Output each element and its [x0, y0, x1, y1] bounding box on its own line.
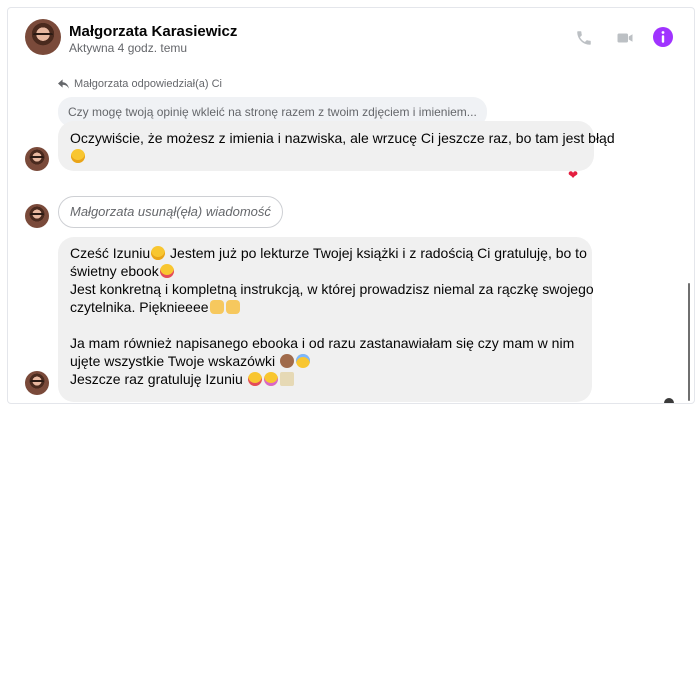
grin-emoji-icon [151, 246, 166, 260]
removed-message-notice: Małgorzata usunął(ęła) wiadomość [58, 196, 283, 228]
message-text: Oczywiście, że możesz z imienia i nazwis… [70, 130, 615, 146]
message-bubble[interactable]: Cześć Izuniu Jestem już po lekturze Twoj… [58, 237, 594, 402]
message-text: Jestem już po lekturze Twojej książki i … [166, 245, 587, 261]
party-popper-emoji-icon [279, 372, 294, 386]
read-receipt-avatar [664, 398, 674, 403]
chat-header: Małgorzata Karasiewicz Aktywna 4 godz. t… [8, 8, 694, 66]
see-no-evil-monkey-emoji-icon [280, 354, 295, 368]
sender-avatar[interactable] [25, 371, 49, 395]
heart-reaction-icon[interactable]: ❤ [568, 168, 578, 182]
laughing-emoji-icon [296, 354, 311, 368]
clap-emoji-icon [209, 300, 224, 314]
message-text: Jeszcze raz gratuluję Izuniu [70, 371, 247, 387]
message-text: Jest konkretną i kompletną instrukcją, w… [70, 281, 594, 297]
message-text: świetny ebook [70, 263, 159, 279]
heart-eyes-emoji-icon [159, 264, 174, 278]
info-icon[interactable] [653, 27, 673, 47]
sender-avatar[interactable] [25, 147, 49, 171]
message-text: czytelnika. Pięknieeee [70, 299, 209, 315]
phone-icon[interactable] [574, 28, 594, 48]
reply-arrow-icon [58, 79, 69, 89]
message-text: ujęte wszystkie Twoje wskazówki [70, 353, 280, 369]
chat-window: Małgorzata Karasiewicz Aktywna 4 godz. t… [7, 7, 695, 404]
contact-name[interactable]: Małgorzata Karasiewicz [69, 23, 237, 40]
reply-indicator: Małgorzata odpowiedział(a) Ci [58, 78, 222, 90]
heart-eyes-emoji-icon [247, 372, 262, 386]
smile-emoji-icon [71, 149, 85, 163]
contact-avatar[interactable] [25, 19, 61, 55]
message-bubble[interactable]: Oczywiście, że możesz z imienia i nazwis… [58, 121, 615, 171]
contact-status: Aktywna 4 godz. temu [69, 41, 188, 55]
sender-avatar[interactable] [25, 204, 49, 228]
party-face-emoji-icon [263, 372, 278, 386]
scrollbar[interactable] [688, 283, 690, 401]
video-camera-icon[interactable] [615, 28, 635, 48]
reply-note-text: Małgorzata odpowiedział(a) Ci [74, 78, 222, 90]
message-text: Ja mam również napisanego ebooka i od ra… [70, 335, 575, 351]
message-text: Cześć Izuniu [70, 245, 151, 261]
clap-emoji-icon [225, 300, 240, 314]
